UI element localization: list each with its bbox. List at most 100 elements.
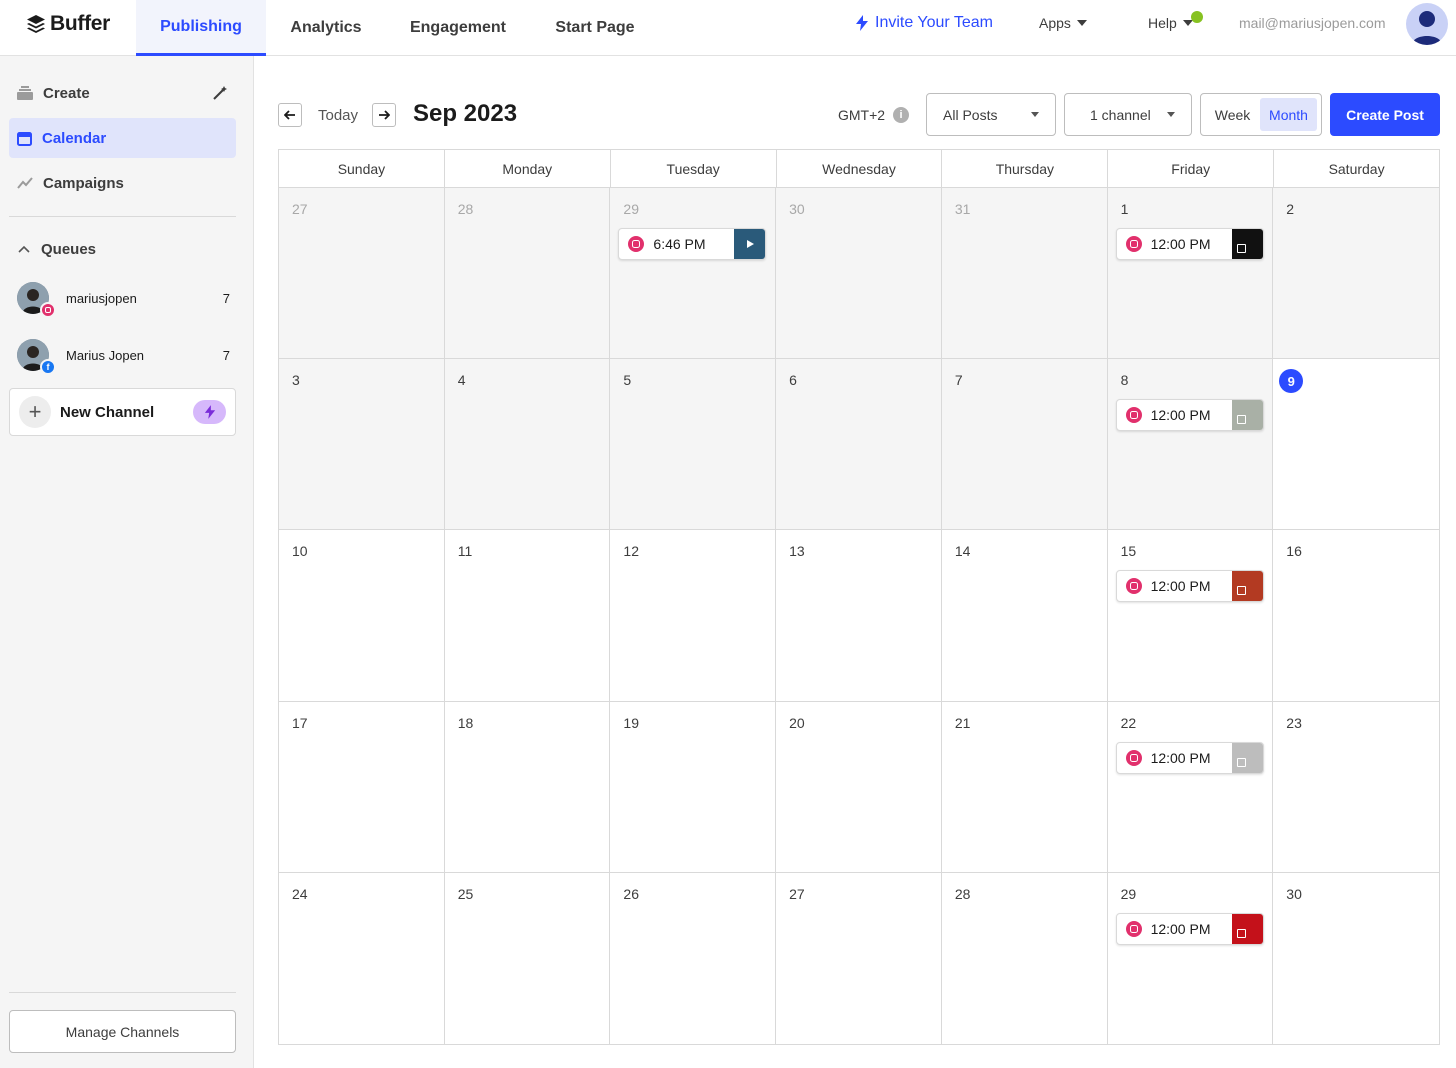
queue-item-mariusjopen[interactable]: mariusjopen 7 — [17, 280, 230, 318]
day-number: 24 — [292, 885, 308, 902]
channel-filter-value: 1 channel — [1090, 106, 1151, 123]
day-cell[interactable]: 1 12:00 PM — [1107, 188, 1274, 360]
day-cell[interactable]: 29 12:00 PM — [1107, 872, 1274, 1044]
top-nav-bar: Buffer Publishing Analytics Engagement S… — [0, 0, 1456, 56]
post-filter-dropdown[interactable]: All Posts — [926, 93, 1056, 136]
post-time: 12:00 PM — [1150, 407, 1211, 424]
day-cell[interactable]: 9 — [1273, 359, 1439, 531]
sidebar-item-calendar[interactable]: Calendar — [9, 118, 236, 158]
day-cell[interactable]: 24 — [279, 872, 445, 1044]
day-number: 17 — [292, 714, 308, 731]
plus-icon: + — [19, 396, 51, 428]
post-filter-value: All Posts — [943, 106, 998, 123]
day-cell[interactable]: 2 — [1273, 188, 1439, 360]
weekday-label: Monday — [445, 150, 611, 187]
today-button[interactable]: Today — [318, 107, 358, 124]
day-cell[interactable]: 26 — [610, 872, 777, 1044]
next-month-button[interactable] — [372, 103, 396, 127]
weekday-label: Wednesday — [777, 150, 943, 187]
day-cell[interactable]: 3 — [279, 359, 445, 531]
day-cell[interactable]: 14 — [941, 530, 1108, 702]
day-cell[interactable]: 17 — [279, 701, 445, 873]
info-icon[interactable]: i — [893, 107, 910, 123]
day-cell[interactable]: 31 — [941, 188, 1108, 360]
queue-count: 7 — [222, 347, 230, 363]
apps-menu[interactable]: Apps — [1039, 15, 1087, 31]
prev-month-button[interactable] — [278, 103, 302, 127]
day-cell[interactable]: 8 12:00 PM — [1107, 359, 1274, 531]
day-cell[interactable]: 25 — [444, 872, 611, 1044]
play-icon — [746, 240, 754, 248]
sidebar-item-create[interactable]: Create — [9, 73, 236, 113]
day-cell[interactable]: 18 — [444, 701, 611, 873]
day-cell[interactable]: 28 — [941, 872, 1108, 1044]
day-cell[interactable]: 16 — [1273, 530, 1439, 702]
brand-name: Buffer — [50, 12, 111, 35]
weekday-label: Tuesday — [611, 150, 777, 187]
tab-analytics[interactable]: Analytics — [276, 0, 376, 56]
day-cell[interactable]: 27 — [279, 188, 445, 360]
day-number: 13 — [789, 543, 805, 560]
divider — [9, 216, 236, 217]
scheduled-post[interactable]: 12:00 PM — [1115, 912, 1264, 945]
day-cell[interactable]: 30 — [776, 188, 942, 360]
queues-label: Queues — [41, 240, 97, 258]
scheduled-post[interactable]: 12:00 PM — [1115, 399, 1264, 432]
instagram-icon — [1125, 236, 1142, 252]
timezone-indicator: GMT+2 i — [838, 107, 910, 123]
day-cell[interactable]: 20 — [776, 701, 942, 873]
new-channel-button[interactable]: + New Channel — [9, 388, 236, 436]
manage-channels-button[interactable]: Manage Channels — [9, 1010, 236, 1053]
day-cell[interactable]: 13 — [776, 530, 942, 702]
new-channel-label: New Channel — [60, 403, 155, 421]
day-cell[interactable]: 15 12:00 PM — [1107, 530, 1274, 702]
invite-team-link[interactable]: Invite Your Team — [855, 14, 993, 32]
post-time: 12:00 PM — [1150, 749, 1211, 766]
day-cell[interactable]: 27 — [776, 872, 942, 1044]
weekday-label: Saturday — [1328, 160, 1385, 177]
day-number: 18 — [457, 714, 474, 731]
queues-toggle[interactable]: Queues — [9, 229, 236, 269]
scheduled-post[interactable]: 6:46 PM — [618, 228, 767, 260]
day-cell[interactable]: 5 — [610, 359, 777, 531]
day-cell[interactable]: 28 — [444, 188, 611, 360]
chevron-down-icon — [1182, 20, 1193, 26]
day-number: 28 — [954, 885, 971, 902]
sidebar-item-campaigns[interactable]: Campaigns — [9, 163, 236, 203]
tab-engagement[interactable]: Engagement — [400, 0, 516, 56]
day-cell[interactable]: 21 — [941, 701, 1108, 873]
day-cell[interactable]: 10 — [279, 530, 445, 702]
day-cell[interactable]: 12 — [610, 530, 777, 702]
status-dot — [1191, 11, 1203, 23]
day-cell[interactable]: 30 — [1273, 872, 1439, 1044]
week-view-button[interactable]: Week — [1205, 98, 1260, 131]
day-cell[interactable]: 29 6:46 PM — [610, 188, 777, 360]
post-time: 12:00 PM — [1150, 920, 1211, 937]
day-cell[interactable]: 11 — [444, 530, 611, 702]
day-cell[interactable]: 4 — [444, 359, 611, 531]
create-post-button[interactable]: Create Post — [1330, 93, 1440, 136]
day-cell[interactable]: 6 — [776, 359, 942, 531]
lightning-icon — [856, 15, 868, 31]
day-cell[interactable]: 19 — [610, 701, 777, 873]
queue-item-marius-jopen[interactable]: f Marius Jopen 7 — [17, 337, 230, 375]
scheduled-post[interactable]: 12:00 PM — [1115, 228, 1264, 260]
day-number: 16 — [1286, 543, 1302, 560]
buffer-logo[interactable]: Buffer — [26, 12, 110, 36]
tab-start-page[interactable]: Start Page — [540, 0, 650, 56]
tab-publishing[interactable]: Publishing — [136, 0, 266, 56]
weekday-label: Thursday — [942, 150, 1109, 187]
channel-filter-dropdown[interactable]: 1 channel — [1064, 93, 1192, 136]
calendar-grid: 27 28 29 6:46 PM 30 31 1 12:00 PM 2 3 4 5 6 7 8 12:00 P… — [279, 188, 1439, 1044]
help-menu[interactable]: Help — [1148, 15, 1193, 31]
user-avatar[interactable] — [1406, 3, 1448, 45]
day-number: 6 — [789, 372, 797, 389]
magic-wand-icon[interactable] — [212, 85, 228, 101]
day-cell[interactable]: 7 — [941, 359, 1108, 531]
day-cell[interactable]: 22 12:00 PM — [1107, 701, 1274, 873]
instagram-icon — [1125, 749, 1142, 766]
scheduled-post[interactable]: 12:00 PM — [1115, 570, 1264, 603]
month-view-button[interactable]: Month — [1260, 98, 1317, 131]
scheduled-post[interactable]: 12:00 PM — [1115, 741, 1264, 774]
day-cell[interactable]: 23 — [1273, 701, 1439, 873]
